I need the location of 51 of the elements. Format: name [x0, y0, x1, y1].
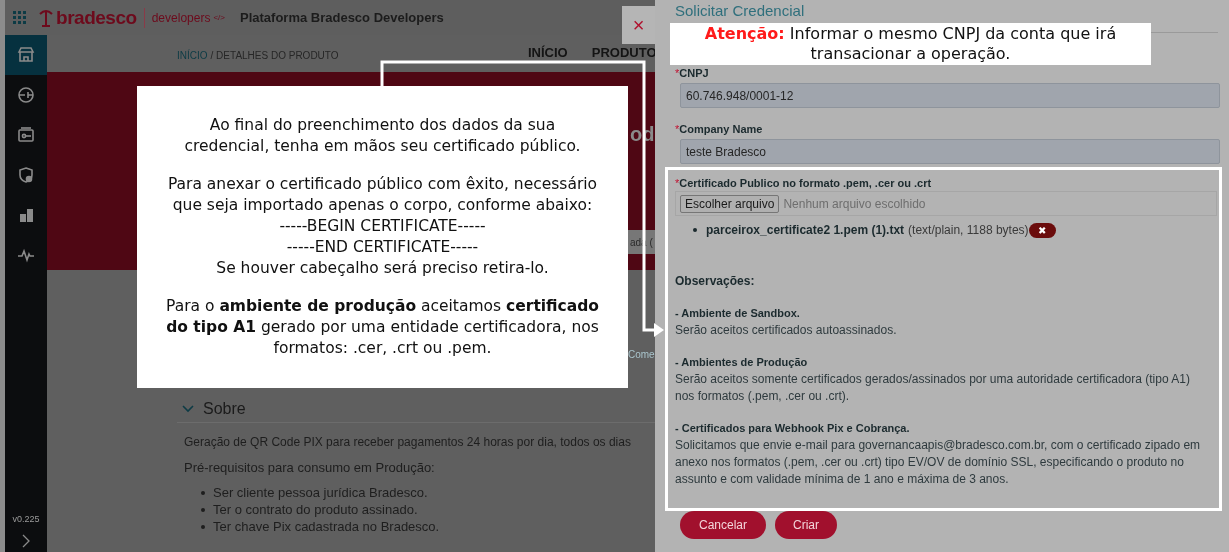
prereq-title: Pré-requisitos para consumo em Produção:: [184, 459, 436, 477]
code-text: </>: [213, 11, 225, 24]
field-label: Company Name: [679, 122, 763, 136]
plug-icon: [16, 85, 36, 105]
app-title: Plataforma Bradesco Developers: [240, 8, 444, 27]
note-title: - Ambientes de Produção: [675, 355, 809, 370]
callout-text: Se houver cabeçalho será preciso retira-lo.: [215, 258, 550, 279]
version-text: v0.225: [11, 512, 41, 526]
create-button[interactable]: Criar: [775, 511, 838, 539]
notes-title: Observações:: [675, 273, 756, 290]
callout-text: -----END CERTIFICATE-----: [285, 237, 480, 258]
note-text: Serão aceitos certificados autoassinados.: [675, 322, 898, 339]
note-title: - Ambiente de Sandbox.: [675, 306, 801, 321]
logo-symbol-icon: [38, 7, 54, 28]
close-button[interactable]: ×: [622, 6, 655, 44]
callout-text: Para anexar o certificado público com êxito, necessário que seja importado apenas o corpo, conforme abaixo:: [166, 174, 599, 216]
store-icon: [16, 45, 36, 65]
attention-note: Atenção: Informar o mesmo CNPJ da conta que irá transacionar a operação.: [670, 23, 1151, 65]
apps-grid-icon: [13, 11, 26, 24]
field-label: CNPJ: [679, 66, 709, 80]
note-text: Serão aceitos somente certificados gerados/assinados por uma autoridade certificadora (tipo A1) nos formatos (.pem, .cer ou .crt).: [675, 371, 1191, 405]
callout-text: Ao final do preenchimento dos dados da sua credencial, tenha em mãos seu certificado público.: [183, 115, 582, 157]
list-item-text: Ser cliente pessoa jurídica Bradesco.: [213, 484, 428, 501]
choose-file-button[interactable]: Escolher arquivo: [680, 194, 780, 213]
no-file-text: Nenhum arquivo escolhido: [783, 195, 926, 213]
remove-button[interactable]: ✖: [1028, 222, 1056, 238]
link-text[interactable]: Come: [628, 347, 655, 362]
key-card-icon: [16, 125, 36, 145]
note-text: Solicitamos que envie e-mail para governancaapis@bradesco.com.br, com o certificado zipado em anexo nos formatos (.pem, .cer ou .crt) tipo EV/OV de domínio SSL, especificando o produto no assunto e com validade mínima de 1 ano e máxima de 3 anos.: [675, 437, 1202, 488]
file-name: parceirox_certificate2 1.pem (1).txt: [706, 222, 905, 239]
drawer-title: Solicitar Credencial: [675, 2, 805, 20]
file-input[interactable]: Escolher arquivo Nenhum arquivo escolhido: [675, 191, 1217, 216]
list-item-text: Ter o contrato do produto assinado.: [213, 501, 418, 518]
callout-text: Para o ambiente de produção aceitamos certificado do tipo A1 gerado por uma entidade certificadora, nos formatos: .cer, .crt ou .pem.: [165, 296, 600, 359]
note-title: - Certificados para Webhook Pix e Cobrança.: [675, 421, 911, 436]
shield-icon: [16, 165, 36, 185]
chevron-right-icon: [22, 534, 30, 548]
description-text: Geração de QR Code PIX para receber pagamentos 24 horas por dia, todos os dias: [184, 434, 632, 451]
file-info: (text/plain, 1188 bytes): [908, 222, 1029, 239]
sidebar-item[interactable]: [5, 35, 47, 75]
list-item-text: Ter chave Pix cadastrada no Bradesco.: [213, 518, 440, 535]
logo-subtext: developers: [151, 9, 211, 27]
required-mark: *: [675, 176, 680, 190]
required-mark: *: [675, 66, 680, 80]
required-mark: *: [675, 122, 680, 136]
cancel-button[interactable]: Cancelar: [680, 511, 767, 539]
input-field[interactable]: 60.746.948/0001-12: [680, 83, 1220, 108]
input-field[interactable]: teste Bradesco: [680, 139, 1220, 164]
logo-text: bradesco: [56, 8, 137, 27]
field-label: Certificado Publico no formato .pem, .cer ou .crt: [679, 176, 932, 190]
callout-text: -----BEGIN CERTIFICATE-----: [278, 216, 487, 237]
